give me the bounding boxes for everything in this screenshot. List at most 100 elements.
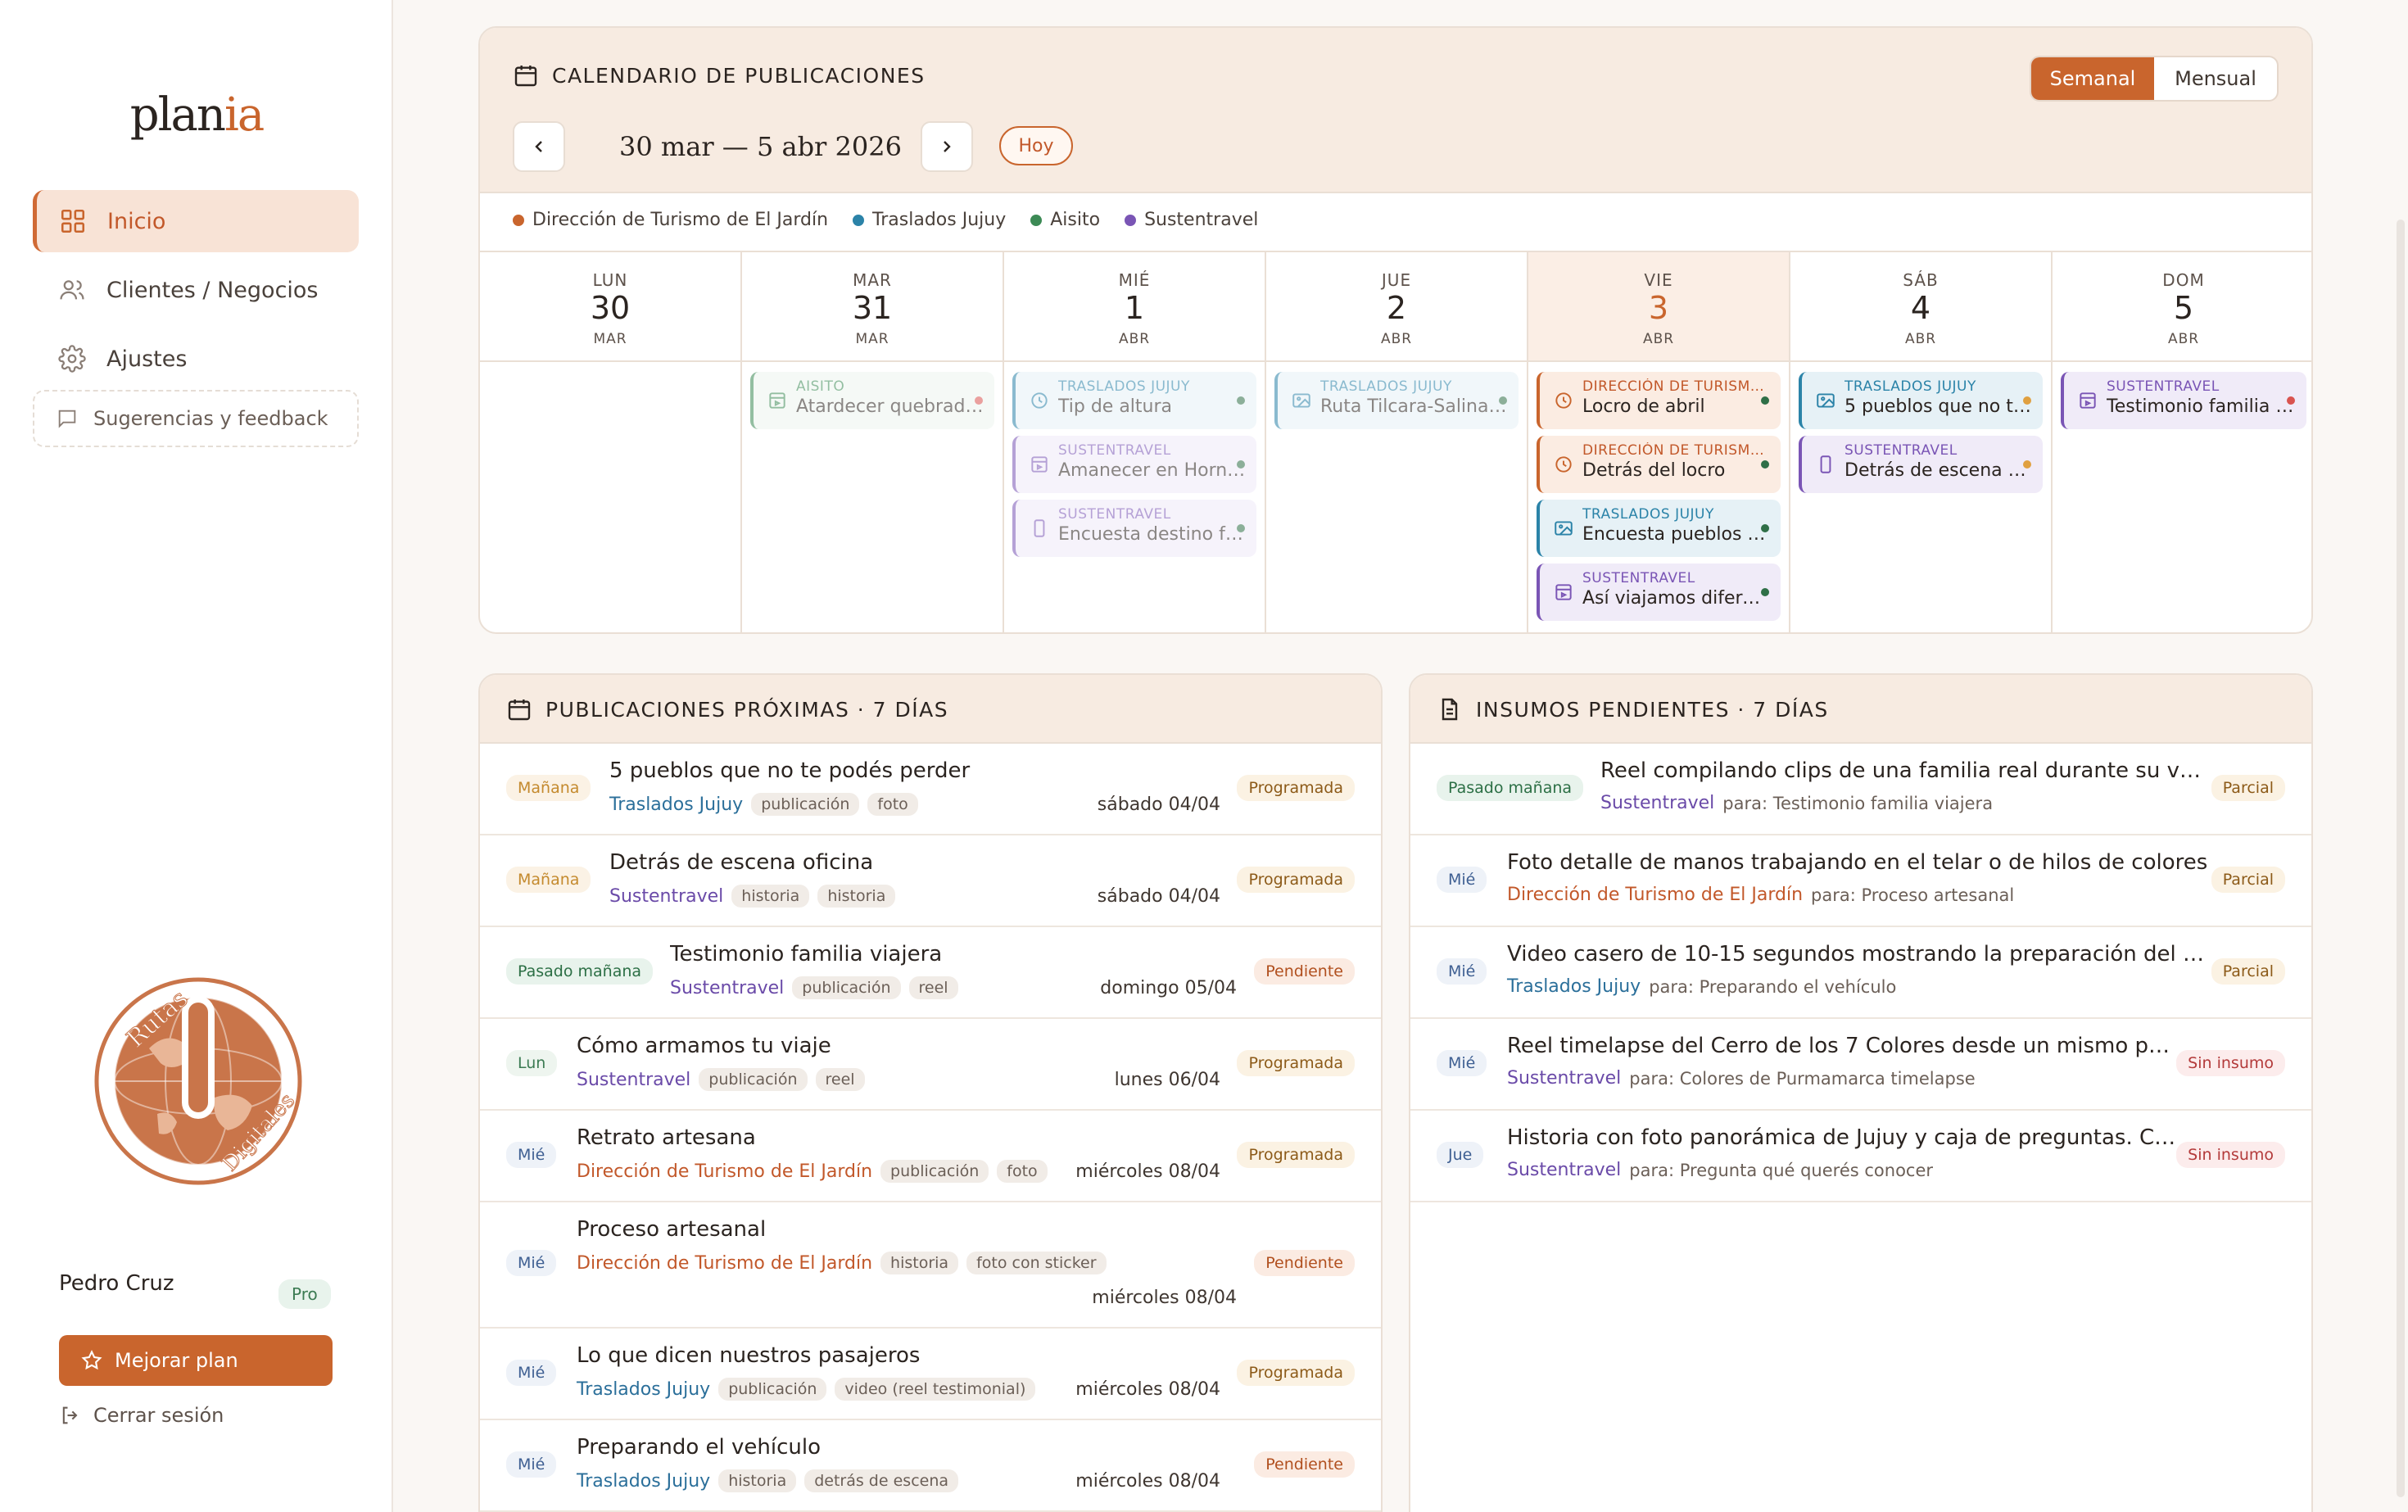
- phone-icon: [1820, 455, 1831, 473]
- input-row[interactable]: Mié Video casero de 10-15 segundos mostr…: [1410, 927, 2311, 1019]
- input-title: Reel compilando clips de una familia rea…: [1600, 758, 2207, 783]
- tag: publicación: [751, 793, 860, 816]
- calendar-event[interactable]: AISITO Atardecer quebrad…: [750, 372, 994, 429]
- feedback-label: Sugerencias y feedback: [93, 407, 328, 430]
- image-icon: [1555, 521, 1573, 536]
- day-column[interactable]: DOM 5 ABR SUSTENTRAVEL Testimonio familia v…: [2053, 252, 2311, 632]
- calendar-event[interactable]: DIRECCIÓN DE TURISM… Detrás del locro: [1537, 436, 1781, 493]
- upcoming-row[interactable]: Mañana Detrás de escena oficina Sustentr…: [480, 835, 1381, 927]
- weekly-view-button[interactable]: Semanal: [2031, 57, 2154, 100]
- client-link[interactable]: Traslados Jujuy: [577, 1471, 710, 1492]
- nav-item-ajustes[interactable]: Ajustes: [33, 328, 359, 390]
- input-row[interactable]: Jue Historia con foto panorámica de Juju…: [1410, 1111, 2311, 1202]
- client-link[interactable]: Traslados Jujuy: [1507, 976, 1641, 997]
- status-badge: Programada: [1237, 775, 1355, 801]
- nav-item-inicio[interactable]: Inicio: [33, 190, 359, 252]
- next-week-button[interactable]: [921, 121, 973, 172]
- app-logo[interactable]: plania: [0, 88, 393, 142]
- calendar-event[interactable]: DIRECCIÓN DE TURISM… Locro de abril: [1537, 372, 1781, 429]
- calendar-event[interactable]: SUSTENTRAVEL Detrás de escena o…: [1799, 436, 2043, 493]
- phone-icon: [1034, 519, 1045, 537]
- calendar-event[interactable]: SUSTENTRAVEL Amanecer en Horn…: [1012, 436, 1256, 493]
- client-link[interactable]: Dirección de Turismo de El Jardín: [1507, 885, 1803, 905]
- prev-week-button[interactable]: [513, 121, 565, 172]
- post-date: miércoles 08/04: [1075, 1471, 1220, 1492]
- when-badge: Pasado mañana: [1437, 775, 1584, 801]
- upgrade-plan-button[interactable]: Mejorar plan: [59, 1335, 333, 1386]
- status-badge: Parcial: [2211, 775, 2285, 801]
- client-link[interactable]: Sustentravel: [577, 1070, 690, 1090]
- upcoming-row[interactable]: Mié Retrato artesana Dirección de Turism…: [480, 1111, 1381, 1202]
- client-link[interactable]: Traslados Jujuy: [609, 794, 743, 815]
- client-link[interactable]: Traslados Jujuy: [577, 1379, 710, 1400]
- tag: detrás de escena: [804, 1469, 959, 1492]
- upcoming-row[interactable]: Lun Cómo armamos tu viaje Sustentravel p…: [480, 1019, 1381, 1111]
- feedback-button[interactable]: Sugerencias y feedback: [33, 390, 359, 447]
- upcoming-row[interactable]: Mañana 5 pueblos que no te podés perder …: [480, 744, 1381, 835]
- day-column[interactable]: LUN 30 MAR: [480, 252, 742, 632]
- calendar-event[interactable]: TRASLADOS JUJUY Ruta Tilcara-Salinas…: [1274, 372, 1519, 429]
- input-row[interactable]: Pasado mañana Reel compilando clips de u…: [1410, 744, 2311, 835]
- status-badge: Programada: [1237, 1360, 1355, 1386]
- input-row[interactable]: Mié Foto detalle de manos trabajando en …: [1410, 835, 2311, 927]
- day-column[interactable]: MIÉ 1 ABR TRASLADOS JUJUY Tip de altura SUS…: [1004, 252, 1266, 632]
- page-scrollbar[interactable]: [2397, 220, 2405, 1497]
- upcoming-row[interactable]: Mié Proceso artesanal Dirección de Turis…: [480, 1202, 1381, 1329]
- status-badge: Programada: [1237, 1142, 1355, 1168]
- day-column[interactable]: SÁB 4 ABR TRASLADOS JUJUY 5 pueblos que no …: [1790, 252, 2053, 632]
- input-row[interactable]: Mié Reel timelapse del Cerro de los 7 Co…: [1410, 1019, 2311, 1111]
- client-link[interactable]: Sustentravel: [1600, 793, 1714, 813]
- user-name: Pedro Cruz: [59, 1271, 174, 1296]
- status-badge: Pendiente: [1254, 958, 1355, 985]
- upgrade-label: Mejorar plan: [115, 1349, 238, 1372]
- status-dot: [1237, 460, 1245, 469]
- input-meta: Sustentravel para: Pregunta qué querés c…: [1507, 1160, 1933, 1180]
- when-badge: Lun: [506, 1050, 558, 1076]
- client-link[interactable]: Sustentravel: [1507, 1160, 1621, 1180]
- calendar-event[interactable]: TRASLADOS JUJUY 5 pueblos que no t…: [1799, 372, 2043, 429]
- tag: foto con sticker: [966, 1252, 1107, 1274]
- upcoming-row[interactable]: Mié Lo que dicen nuestros pasajeros Tras…: [480, 1329, 1381, 1420]
- status-dot: [1761, 588, 1769, 596]
- post-meta: Dirección de Turismo de El Jardín public…: [577, 1160, 1048, 1183]
- when-badge: Mié: [1437, 1050, 1487, 1076]
- nav-label: Clientes / Negocios: [106, 277, 319, 303]
- calendar-title-text: CALENDARIO DE PUBLICACIONES: [552, 63, 926, 88]
- post-title: Proceso artesanal: [577, 1217, 767, 1242]
- day-header: JUE 2 ABR: [1266, 252, 1527, 362]
- upcoming-row[interactable]: Mié Preparando el vehículo Traslados Juj…: [480, 1420, 1381, 1512]
- client-link[interactable]: Sustentravel: [609, 886, 723, 907]
- post-title: Testimonio familia viajera: [670, 942, 943, 967]
- upcoming-row[interactable]: Pasado mañana Testimonio familia viajera…: [480, 927, 1381, 1019]
- calendar-event[interactable]: TRASLADOS JUJUY Tip de altura: [1012, 372, 1256, 429]
- when-badge: Mié: [506, 1142, 557, 1168]
- client-link[interactable]: Sustentravel: [670, 978, 784, 998]
- monthly-view-button[interactable]: Mensual: [2154, 57, 2277, 100]
- client-link[interactable]: Dirección de Turismo de El Jardín: [577, 1253, 872, 1274]
- logout-label: Cerrar sesión: [93, 1404, 224, 1427]
- calendar-event[interactable]: SUSTENTRAVEL Testimonio familia v…: [2061, 372, 2306, 429]
- calendar-event[interactable]: SUSTENTRAVEL Encuesta destino fa…: [1012, 500, 1256, 557]
- status-badge: Pendiente: [1254, 1250, 1355, 1276]
- today-button[interactable]: Hoy: [999, 126, 1073, 165]
- calendar-event[interactable]: SUSTENTRAVEL Así viajamos difere…: [1537, 564, 1781, 621]
- logout-button[interactable]: Cerrar sesión: [59, 1404, 224, 1427]
- calendar-event[interactable]: TRASLADOS JUJUY Encuesta pueblos f…: [1537, 500, 1781, 557]
- client-link[interactable]: Dirección de Turismo de El Jardín: [577, 1161, 872, 1182]
- story-icon: [769, 392, 785, 409]
- day-column[interactable]: MAR 31 MAR AISITO Atardecer quebrad…: [742, 252, 1004, 632]
- status-dot: [975, 396, 983, 405]
- day-column-today[interactable]: VIE 3 ABR DIRECCIÓN DE TURISM… Locro de abr…: [1528, 252, 1790, 632]
- chevron-left-icon: [535, 141, 542, 152]
- post-title: Lo que dicen nuestros pasajeros: [577, 1343, 921, 1368]
- tag: historia: [880, 1252, 959, 1274]
- story-icon: [1031, 456, 1048, 473]
- when-badge: Mañana: [506, 867, 591, 893]
- nav-item-clientes[interactable]: Clientes / Negocios: [33, 259, 359, 321]
- day-column[interactable]: JUE 2 ABR TRASLADOS JUJUY Ruta Tilcara-Sali…: [1266, 252, 1528, 632]
- client-link[interactable]: Sustentravel: [1507, 1068, 1621, 1089]
- input-title: Reel timelapse del Cerro de los 7 Colore…: [1507, 1034, 2179, 1058]
- target-post: para: Pregunta qué querés conocer: [1629, 1160, 1934, 1180]
- status-dot: [2023, 460, 2031, 469]
- post-meta: Traslados Jujuy publicación video (reel …: [577, 1378, 1036, 1401]
